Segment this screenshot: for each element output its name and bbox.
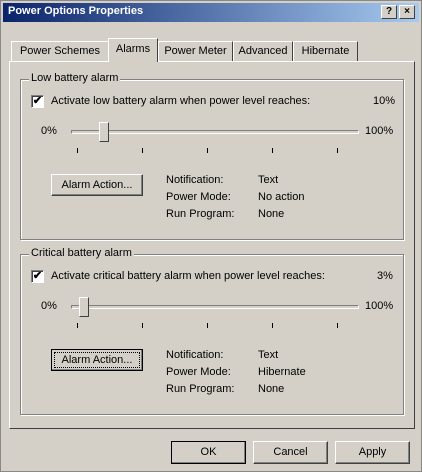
slider-tick (207, 323, 208, 328)
critical-info-power-mode-key: Power Mode: (166, 366, 231, 378)
low-battery-legend: Low battery alarm (29, 72, 121, 84)
low-alarm-action-button[interactable]: Alarm Action... (51, 174, 143, 196)
alarms-panel: Low battery alarm ✔ Activate low battery… (9, 61, 415, 429)
slider-tick (77, 148, 78, 153)
title-bar[interactable]: Power Options Properties ? × (3, 3, 419, 22)
low-battery-checkbox-label: Activate low battery alarm when power le… (51, 95, 311, 107)
cancel-button[interactable]: Cancel (253, 441, 328, 464)
slider-tick (142, 148, 143, 153)
tab-power-meter[interactable]: Power Meter (158, 41, 233, 61)
help-button[interactable]: ? (381, 5, 397, 19)
low-info-notification-key: Notification: (166, 174, 224, 186)
critical-battery-slider-track[interactable] (71, 305, 359, 309)
critical-info-run-program-value: None (258, 383, 285, 395)
low-info-run-program-key: Run Program: (166, 208, 235, 220)
critical-battery-legend: Critical battery alarm (29, 247, 134, 259)
window-title: Power Options Properties (8, 5, 144, 17)
critical-battery-level-value: 3% (377, 270, 393, 282)
slider-tick (272, 323, 273, 328)
tab-alarms[interactable]: Alarms (108, 38, 158, 62)
low-battery-slider-thumb[interactable] (99, 122, 109, 142)
critical-info-notification-value: Text (258, 349, 279, 361)
slider-tick (337, 323, 338, 328)
ok-button[interactable]: OK (171, 441, 246, 464)
critical-battery-checkbox-label: Activate critical battery alarm when pow… (51, 270, 325, 282)
low-battery-checkbox[interactable]: ✔ (31, 95, 44, 108)
critical-slider-min-label: 0% (41, 300, 57, 312)
power-options-dialog: Power Options Properties ? × Power Schem… (0, 0, 422, 472)
low-battery-group: Low battery alarm ✔ Activate low battery… (20, 72, 404, 240)
critical-info-notification-key: Notification: (166, 349, 224, 361)
low-info-notification-value: Text (258, 174, 279, 186)
critical-slider-max-label: 100% (365, 300, 394, 312)
low-battery-slider-track[interactable] (71, 130, 359, 134)
tab-hibernate[interactable]: Hibernate (293, 41, 358, 61)
low-slider-max-label: 100% (365, 125, 394, 137)
low-info-power-mode-value: No action (258, 191, 305, 203)
low-info-power-mode-key: Power Mode: (166, 191, 231, 203)
critical-battery-checkbox[interactable]: ✔ (31, 270, 44, 283)
slider-tick (77, 323, 78, 328)
critical-battery-slider-thumb[interactable] (79, 297, 89, 317)
slider-tick (337, 148, 338, 153)
critical-alarm-action-button[interactable]: Alarm Action... (51, 349, 143, 371)
critical-info-run-program-key: Run Program: (166, 383, 235, 395)
low-slider-min-label: 0% (41, 125, 57, 137)
slider-tick (142, 323, 143, 328)
critical-info-power-mode-value: Hibernate (258, 366, 306, 378)
low-info-run-program-value: None (258, 208, 285, 220)
tab-advanced[interactable]: Advanced (233, 41, 293, 61)
close-button[interactable]: × (399, 5, 415, 19)
slider-tick (272, 148, 273, 153)
apply-button[interactable]: Apply (335, 441, 410, 464)
critical-battery-group: Critical battery alarm ✔ Activate critic… (20, 247, 404, 415)
tab-power-schemes[interactable]: Power Schemes (11, 41, 109, 61)
low-battery-level-value: 10% (373, 95, 396, 107)
slider-tick (207, 148, 208, 153)
